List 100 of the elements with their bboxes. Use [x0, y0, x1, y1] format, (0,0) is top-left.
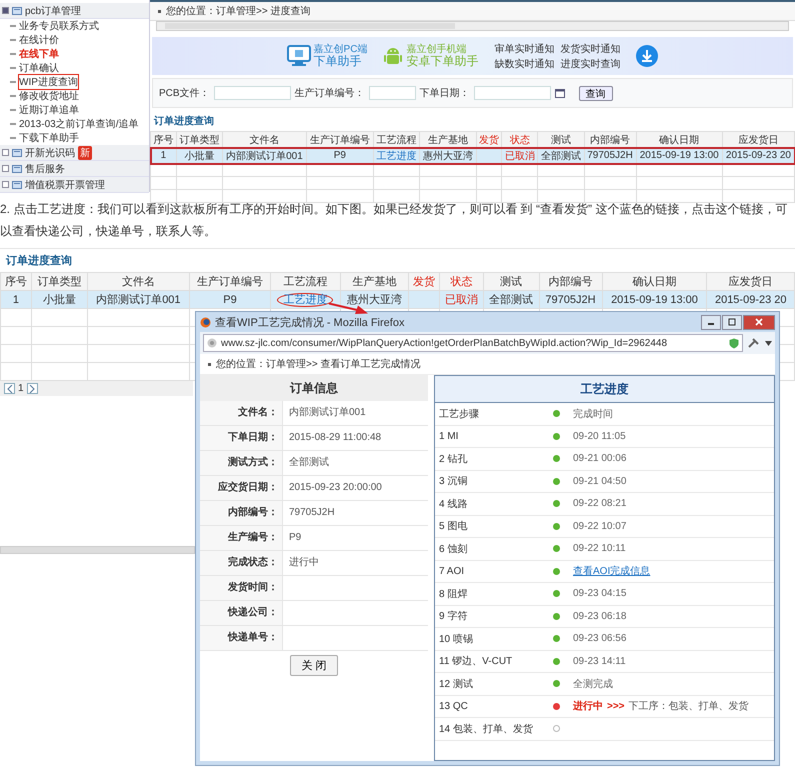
annotation-arrow	[328, 302, 368, 314]
table-cell: 内部测试订单001	[226, 150, 303, 162]
android-icon	[383, 45, 404, 67]
download-banner[interactable]: 嘉立创PC端 下单助手 嘉立创手机端 安卓下单助手 审单实时通知 发货实时通知 缺数实时通知 进度实时查询	[152, 37, 793, 75]
status-dot	[552, 658, 560, 665]
browser-logo-icon	[200, 316, 211, 328]
caret-icon	[765, 340, 772, 346]
breadcrumb: 您的位置：订单管理>> 查看订单工艺完成情况	[216, 358, 420, 371]
table-cell: 79705J2H	[545, 294, 596, 306]
folder-icon	[12, 180, 22, 190]
input-field[interactable]	[214, 86, 291, 100]
tree-toggle-icon[interactable]	[2, 149, 9, 156]
bullet-icon	[158, 10, 161, 12]
status-dot	[552, 410, 560, 418]
banner-subtitle: 下单助手	[314, 54, 363, 68]
new-badge: 新	[78, 146, 92, 160]
status-dot	[552, 545, 560, 552]
field-label: 生产订单编号：	[294, 86, 365, 100]
sidebar-group[interactable]: 开新光识码	[25, 146, 75, 160]
process-link[interactable]: 工艺进度	[277, 293, 334, 307]
maximize-button[interactable]	[722, 314, 742, 330]
field-value: 2015-08-29 11:00:48	[283, 426, 428, 450]
column-header: 应发货日	[706, 272, 794, 290]
completion-time: 09-23 14:11	[573, 656, 626, 667]
folder-icon	[12, 148, 22, 158]
step-name: 12 测试	[438, 678, 474, 691]
sidebar-item[interactable]: 2013-03之前订单查询/追单	[19, 117, 138, 131]
highlighted-row[interactable]: 1 小批量 内部测试订单001 P9 工艺进度 惠州大亚湾 已取消 全部测试 79705J2H 2015-09-19 13:00 2015-09-23 20	[150, 148, 794, 164]
next-page-button[interactable]	[26, 383, 38, 394]
tree-toggle-icon[interactable]	[2, 181, 9, 188]
close-icon	[755, 318, 763, 326]
chevron-right-icon	[29, 384, 36, 392]
sidebar-item[interactable]: 近期订单追单	[19, 103, 79, 117]
calendar-icon	[554, 88, 565, 98]
tree-toggle-icon[interactable]	[2, 165, 9, 172]
table-cell: 2015-09-23 20	[714, 294, 787, 306]
status-dot	[552, 522, 560, 530]
feature-label: 缺数实时通知	[494, 58, 554, 70]
step-name: 6 蚀刻	[438, 542, 468, 556]
download-icon	[636, 45, 658, 67]
field-value: 进行中	[283, 551, 428, 575]
page-number[interactable]: 1	[18, 383, 24, 394]
folder-icon	[12, 6, 22, 16]
completion-time: 09-23 04:15	[573, 588, 626, 600]
sidebar-item[interactable]: 修改收货地址	[19, 89, 79, 103]
step-name: 7 AOI	[438, 566, 466, 577]
shield-icon	[729, 338, 739, 348]
column-header: 状态	[502, 132, 538, 148]
folder-icon	[12, 164, 22, 174]
status-dot	[552, 500, 560, 508]
completion-time: 完成时间	[573, 408, 613, 421]
status-text: 进行中	[573, 700, 603, 714]
step-name: 5 图电	[438, 520, 468, 534]
banner-title: 嘉立创PC端	[314, 44, 368, 55]
table-cell: 全部测试	[540, 150, 581, 162]
previous-page-button[interactable]	[4, 383, 15, 394]
arrow-text: >>>	[607, 700, 625, 712]
column-header: 工艺流程	[373, 132, 420, 148]
table-cell: P9	[223, 294, 237, 306]
section-title: 订单进度查询	[4, 254, 73, 269]
column-header: 状态	[440, 272, 484, 290]
column-header: 生产基地	[420, 132, 476, 148]
url-text: www.sz-jlc.com/consumer/WipPlanQueryAction!getOrderPlanBatchByWipId.action?Wip_Id=2962448	[221, 338, 668, 348]
field-value: 内部测试订单001	[283, 401, 428, 425]
sidebar-item[interactable]: 在线下单	[19, 47, 59, 61]
column-header: 文件名	[87, 272, 190, 290]
column-header: 序号	[0, 272, 32, 290]
query-button[interactable]: 查询	[578, 86, 613, 100]
step-name: 2 钻孔	[438, 452, 468, 466]
sidebar-item[interactable]: 在线计价	[19, 33, 59, 47]
chevron-left-icon	[6, 384, 12, 392]
completion-time: 09-20 11:05	[573, 430, 626, 442]
horizontal-scrollbar[interactable]	[156, 21, 789, 31]
step-name: 10 喷锡	[438, 632, 474, 646]
column-header: 确认日期	[636, 132, 722, 148]
next-step-text: 下工序：包装、打单、发货	[628, 700, 749, 714]
completion-time: 全测完成	[573, 678, 613, 691]
step-name: 9 字符	[438, 610, 468, 624]
sidebar-item[interactable]: 下载下单助手	[19, 131, 79, 145]
input-field[interactable]	[368, 86, 416, 100]
sidebar-item[interactable]: 订单确认	[19, 61, 59, 75]
completion-time: 09-23 06:18	[573, 610, 626, 622]
status-dot	[552, 432, 560, 440]
close-button[interactable]: 关 闭	[290, 655, 338, 676]
close-button[interactable]	[743, 314, 775, 330]
aoi-info-link[interactable]: 查看AOI完成信息	[573, 564, 650, 578]
tree-toggle-icon[interactable]	[2, 7, 9, 14]
section-title: 订单进度查询	[152, 114, 215, 129]
sidebar-item[interactable]: 业务专员联系方式	[19, 19, 99, 33]
column-header: 订单类型	[31, 272, 88, 290]
table-cell: P9	[334, 150, 346, 161]
input-field[interactable]	[474, 86, 551, 100]
minimize-button[interactable]	[701, 314, 721, 330]
sidebar-item[interactable]: WIP进度查询	[19, 75, 78, 89]
column-header: 生产订单编号	[306, 132, 374, 148]
scrollbar-thumb[interactable]	[165, 23, 456, 29]
address-bar[interactable]: www.sz-jlc.com/consumer/WipPlanQueryAction!getOrderPlanBatchByWipId.action?Wip_Id=2962448	[203, 334, 743, 352]
horizontal-scrollbar[interactable]	[0, 546, 195, 554]
status-dot	[552, 635, 560, 642]
tools-icon	[748, 338, 760, 348]
